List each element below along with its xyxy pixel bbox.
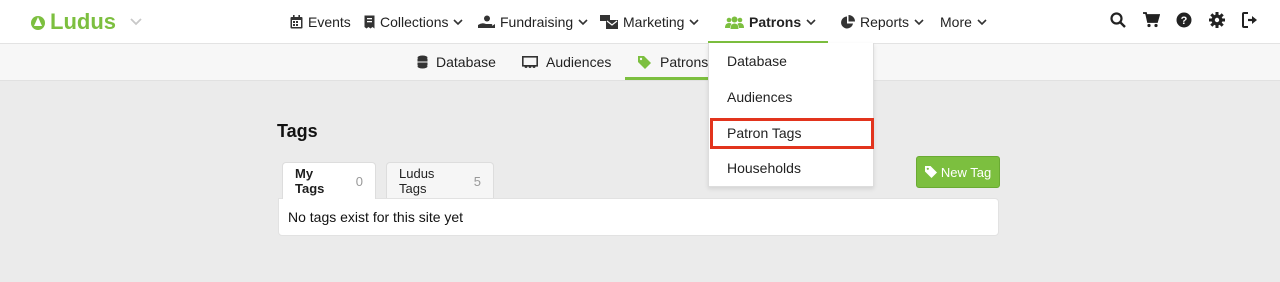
subnav-patrons[interactable]: Patrons <box>638 44 708 80</box>
brand-logo[interactable]: Ludus <box>30 9 142 35</box>
tab-ludus-tags[interactable]: Ludus Tags 5 <box>386 162 494 199</box>
chevron-down-icon <box>914 18 924 25</box>
pie-chart-icon <box>841 14 855 28</box>
receipt-icon <box>364 15 375 29</box>
utility-icons: ? <box>1110 12 1260 30</box>
nav-fundraising[interactable]: Fundraising <box>478 0 588 44</box>
subnav-label: Patrons <box>660 54 709 70</box>
tag-icon <box>924 166 937 178</box>
dropdown-item-database[interactable]: Database <box>727 53 787 69</box>
search-icon[interactable] <box>1110 12 1128 30</box>
svg-text:?: ? <box>1181 15 1188 27</box>
audience-icon <box>522 55 538 68</box>
tags-icon <box>638 55 651 69</box>
new-tag-label: New Tag <box>940 164 992 180</box>
sign-out-icon[interactable] <box>1242 12 1260 30</box>
nav-label: Events <box>308 14 351 30</box>
new-tag-button[interactable]: New Tag <box>916 156 1000 188</box>
nav-label: Fundraising <box>500 14 574 30</box>
empty-state-message: No tags exist for this site yet <box>288 209 464 225</box>
nav-more[interactable]: More <box>940 0 987 44</box>
tab-label: My Tags <box>295 166 325 196</box>
chevron-down-icon <box>806 18 816 25</box>
subnav-database[interactable]: Database <box>417 44 496 80</box>
subnav-label: Database <box>436 54 496 70</box>
active-subnav-indicator <box>625 77 708 80</box>
nav-label: Patrons <box>749 14 802 30</box>
dropdown-item-patron-tags[interactable]: Patron Tags <box>727 125 801 141</box>
nav-reports[interactable]: Reports <box>840 0 924 44</box>
page-title: Tags <box>277 121 318 141</box>
tab-label: Ludus Tags <box>399 166 435 196</box>
tab-count: 0 <box>355 173 363 189</box>
nav-events[interactable]: Events <box>290 0 351 44</box>
sub-navbar: Database Audiences Patrons <box>0 44 1280 81</box>
help-icon[interactable]: ? <box>1176 12 1194 30</box>
nav-marketing[interactable]: Marketing <box>600 0 700 44</box>
chevron-down-icon <box>689 18 700 25</box>
brand-name: Ludus <box>50 9 116 34</box>
users-icon <box>725 16 744 29</box>
tab-my-tags[interactable]: My Tags 0 <box>282 162 376 199</box>
top-navbar: Ludus Events Collections Fundraising Mar… <box>0 0 1280 44</box>
nav-label: More <box>940 14 972 30</box>
chevron-down-icon <box>977 18 987 25</box>
database-icon <box>417 55 428 69</box>
ludus-logo-icon <box>31 16 45 30</box>
nav-label: Reports <box>860 14 910 30</box>
mail-bulk-icon <box>600 15 618 29</box>
cart-icon[interactable] <box>1143 12 1161 30</box>
nav-label: Marketing <box>623 14 685 30</box>
gear-icon[interactable] <box>1209 12 1227 30</box>
patrons-dropdown-menu: Database Audiences Patron Tags Household… <box>708 43 874 187</box>
chevron-down-icon[interactable] <box>130 18 142 26</box>
subnav-label: Audiences <box>546 54 612 70</box>
nav-patrons[interactable]: Patrons <box>725 0 816 44</box>
dropdown-item-audiences[interactable]: Audiences <box>727 89 792 105</box>
nav-collections[interactable]: Collections <box>364 0 464 44</box>
tags-panel: No tags exist for this site yet <box>278 198 999 236</box>
chevron-down-icon <box>453 18 464 25</box>
dropdown-item-households[interactable]: Households <box>727 160 801 176</box>
chevron-down-icon <box>578 18 588 25</box>
donate-hand-icon <box>478 15 495 28</box>
nav-label: Collections <box>380 14 449 30</box>
calendar-icon <box>290 15 303 29</box>
tab-count: 5 <box>473 173 481 189</box>
subnav-audiences[interactable]: Audiences <box>522 44 611 80</box>
